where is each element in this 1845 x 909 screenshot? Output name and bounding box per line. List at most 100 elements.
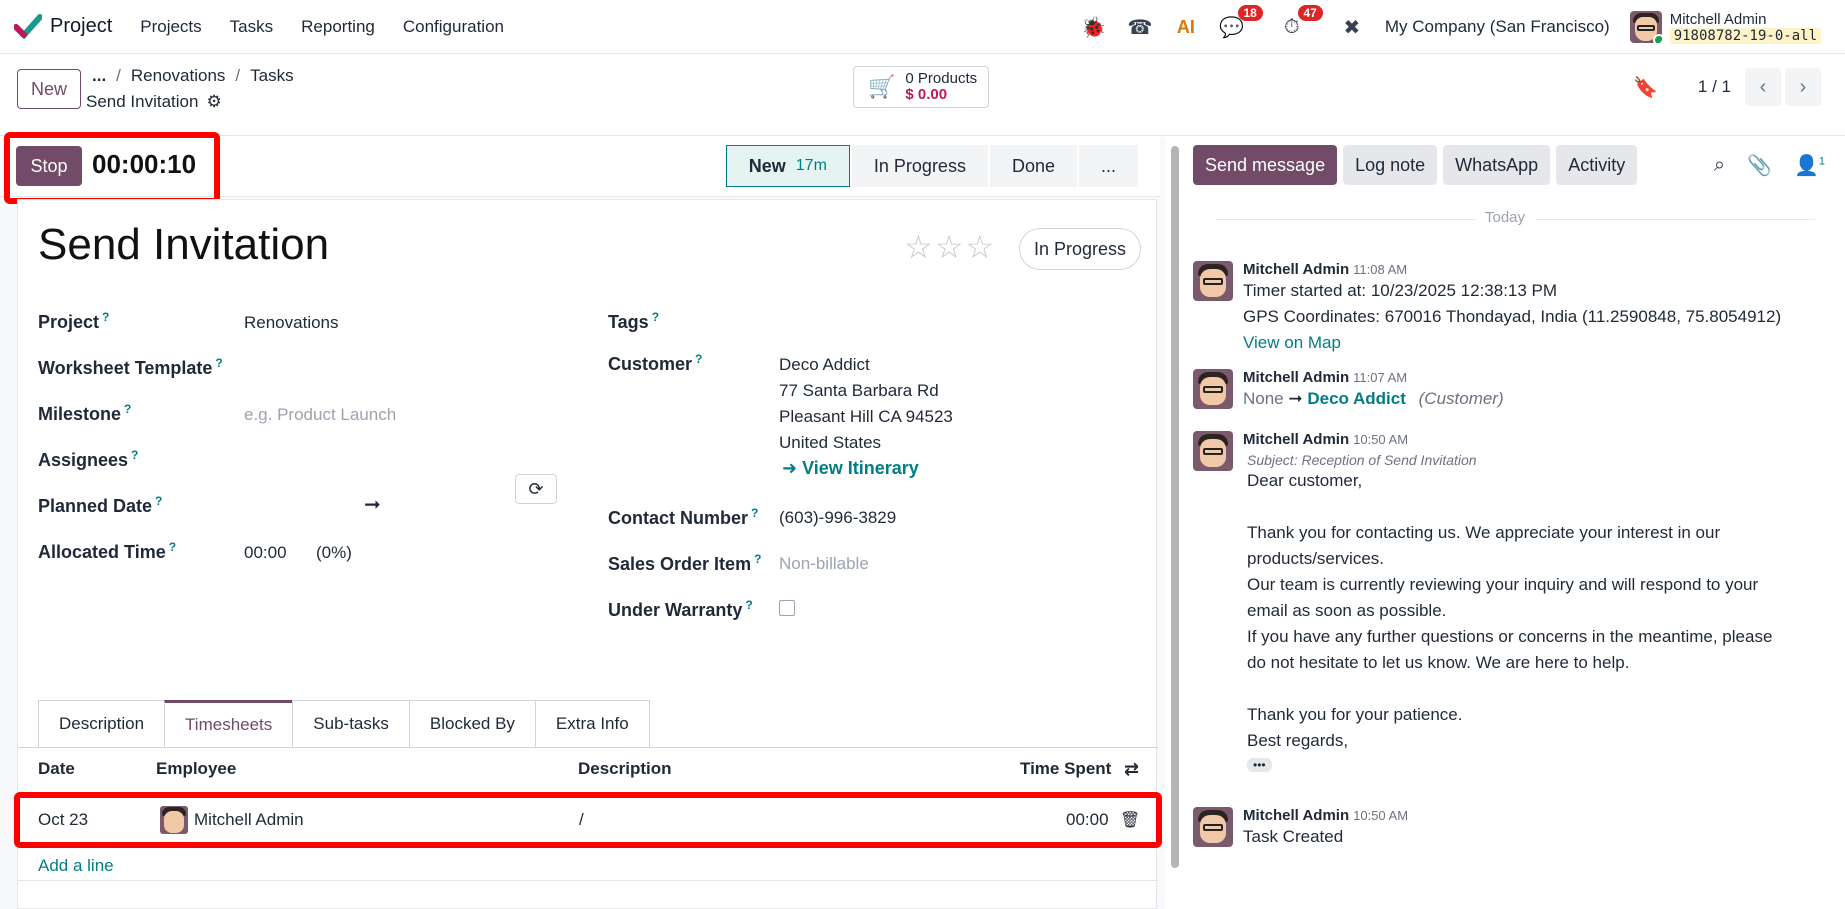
cart-icon: 🛒 [868,74,896,99]
contact-number-value[interactable]: (603)-996-3829 [779,508,896,528]
view-itinerary-link[interactable]: ➜ View Itinerary [782,458,919,479]
col-time-spent[interactable]: Time Spent [1020,759,1111,779]
top-navbar: Project Projects Tasks Reporting Configu… [0,0,1845,54]
expand-message-button[interactable]: ••• [1247,758,1272,772]
col-date[interactable]: Date [38,759,75,779]
ai-icon[interactable]: AI [1173,14,1199,40]
email-line: Our team is currently reviewing your inq… [1247,575,1759,594]
email-line: do not hesitate to let us know. We are h… [1247,653,1630,672]
menu-configuration[interactable]: Configuration [389,17,518,37]
user-avatar [1629,11,1662,43]
pager: 🔖 1 / 1 ‹ › [1633,68,1821,106]
debug-bug-icon[interactable]: 🐞 [1081,14,1107,40]
gear-icon[interactable]: ⚙ [206,92,221,112]
message-line: Task Created [1243,827,1344,846]
products-amount: $ 0.00 [905,86,948,103]
whatsapp-button[interactable]: WhatsApp [1443,145,1551,185]
tab-sub-tasks[interactable]: Sub-tasks [292,700,409,748]
tab-description[interactable]: Description [38,700,165,748]
label-contact-number: Contact Number? [608,506,759,528]
activity-button[interactable]: Activity [1556,145,1638,185]
field-allocated-time: Allocated Time? [38,540,176,563]
add-line-link[interactable]: Add a line [38,856,114,876]
pager-previous-button[interactable]: ‹ [1745,68,1781,106]
tracking-field: (Customer) [1418,389,1504,408]
message-author[interactable]: Mitchell Admin [1243,369,1349,386]
tab-blocked-by[interactable]: Blocked By [408,700,535,748]
email-subject: Subject: Reception of Send Invitation [1247,452,1477,468]
chat-icon[interactable]: 💬 18 [1219,5,1263,40]
pager-value[interactable]: 1 / 1 [1698,77,1731,97]
label-planned-date: Planned Date? [38,494,163,516]
message-avatar[interactable] [1193,807,1233,847]
form-sheet: Send Invitation ☆☆☆ In Progress Project?… [14,199,1162,909]
activity-clock-icon[interactable]: ⏱ 47 [1279,5,1323,40]
email-line: Best regards, [1247,731,1349,750]
form-scrollbar[interactable] [1171,146,1179,868]
user-name: Mitchell Admin [1669,10,1767,28]
breadcrumb-more[interactable]: ... [92,66,106,86]
stage-new[interactable]: New 17m [725,145,850,187]
milestone-input[interactable]: e.g. Product Launch [244,405,396,425]
col-employee[interactable]: Employee [156,759,236,779]
task-state-pill[interactable]: In Progress [1019,228,1142,270]
label-allocated-time: Allocated Time? [38,540,177,562]
stage-in-progress[interactable]: In Progress [851,145,988,187]
field-worksheet: Worksheet Template? [38,356,223,379]
menu-tasks[interactable]: Tasks [216,17,287,37]
task-title[interactable]: Send Invitation [38,220,329,270]
followers-icon[interactable]: 👤1 [1794,153,1825,178]
col-description[interactable]: Description [578,759,672,779]
tab-timesheets[interactable]: Timesheets [164,700,293,748]
stage-more[interactable]: ... [1078,145,1138,187]
date-separator-label: Today [1475,209,1536,226]
under-warranty-checkbox[interactable] [779,600,795,616]
refresh-button[interactable]: ⟳ [515,474,557,504]
field-planned-date: Planned Date? [38,494,162,517]
log-note-button[interactable]: Log note [1343,145,1438,185]
company-switcher[interactable]: My Company (San Francisco) [1385,17,1610,37]
label-project: Project? [38,310,110,332]
message-created: Mitchell Admin 10:50 AM Task Created [1193,807,1843,857]
breadcrumb-renovations[interactable]: Renovations [131,66,226,86]
page-title: Send Invitation [86,92,199,111]
send-message-button[interactable]: Send message [1193,145,1338,185]
field-under-warranty: Under Warranty? [608,598,753,621]
menu-projects[interactable]: Projects [126,17,215,37]
view-on-map-link[interactable]: View on Map [1243,330,1843,356]
project-value[interactable]: Renovations [244,313,339,333]
email-line [1247,494,1843,520]
message-time: 10:50 AM [1353,808,1409,823]
sales-order-item-input[interactable]: Non-billable [779,554,869,574]
menu-reporting[interactable]: Reporting [287,17,389,37]
column-settings-icon[interactable]: ⇄ [1124,759,1139,780]
priority-stars[interactable]: ☆☆☆ [904,228,996,266]
new-button[interactable]: New [17,69,81,109]
message-line: GPS Coordinates: 670016 Thondayad, India… [1243,307,1782,326]
paperclip-icon[interactable]: 📎 [1747,153,1772,178]
message-avatar[interactable] [1193,369,1233,409]
allocated-time-input[interactable]: 00:00 [244,543,287,563]
breadcrumb-sep: / [116,66,121,85]
bookmark-icon[interactable]: 🔖 [1633,75,1658,100]
refresh-icon: ⟳ [528,478,544,499]
message-avatar[interactable] [1193,431,1233,471]
message-author[interactable]: Mitchell Admin [1243,807,1349,824]
message-author[interactable]: Mitchell Admin [1243,261,1349,278]
tab-extra-info[interactable]: Extra Info [534,700,650,748]
message-author[interactable]: Mitchell Admin [1243,431,1349,448]
customer-name[interactable]: Deco Addict [779,352,953,378]
followers-count: 1 [1818,155,1825,168]
message-avatar[interactable] [1193,261,1233,301]
field-assignees: Assignees? [38,448,138,471]
pager-next-button[interactable]: › [1785,68,1821,106]
products-button[interactable]: 🛒 0 Products $ 0.00 [853,66,989,108]
user-menu[interactable]: Mitchell Admin 91808782-19-0-all [1629,10,1821,44]
systray: 🐞 ☎ AI 💬 18 ⏱ 47 ✖ My Company (San Francis… [1081,0,1821,54]
app-logo[interactable]: Project [14,13,112,41]
stage-done[interactable]: Done [989,145,1077,187]
breadcrumb-tasks[interactable]: Tasks [250,66,293,86]
tools-icon[interactable]: ✖ [1339,14,1365,40]
search-icon[interactable]: ⌕ [1714,154,1725,177]
phone-icon[interactable]: ☎ [1127,14,1153,40]
